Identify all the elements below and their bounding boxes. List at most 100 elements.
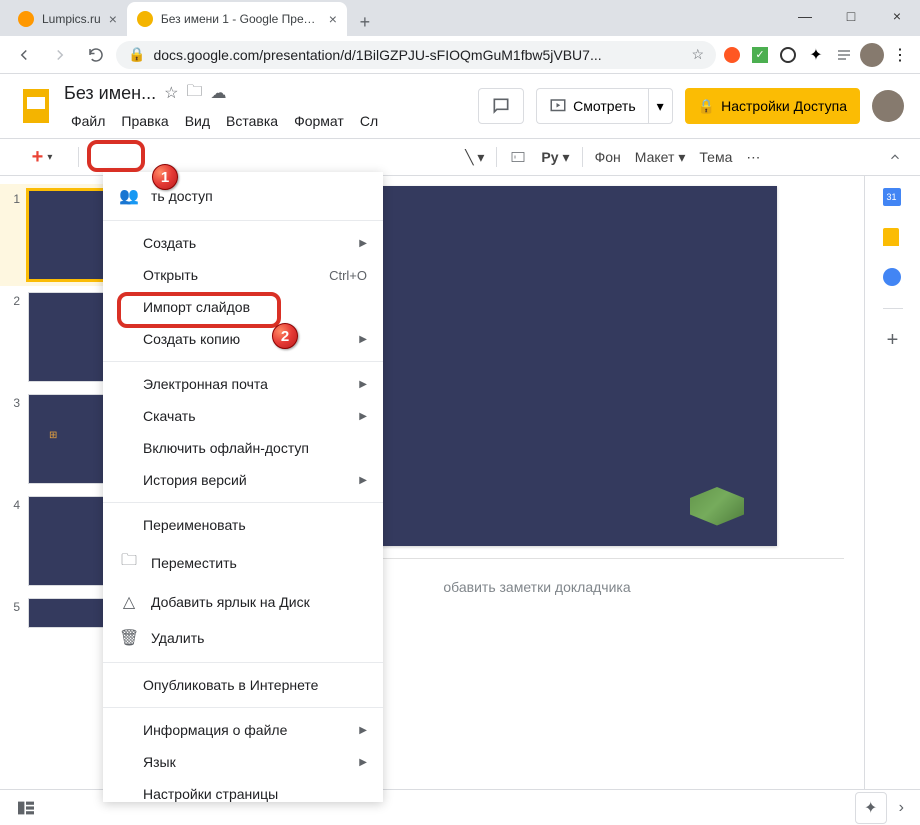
extensions-button[interactable]: ✦: [804, 43, 828, 67]
tab-strip: Lumpics.ru × Без имени 1 - Google Презен…: [8, 2, 379, 36]
new-slide-button[interactable]: +▾: [12, 142, 72, 172]
present-button[interactable]: Смотреть: [536, 88, 647, 124]
new-tab-button[interactable]: +: [351, 8, 379, 36]
share-label: Настройки Доступа: [721, 98, 847, 114]
extension-icon[interactable]: [720, 43, 744, 67]
tab-title: Lumpics.ru: [42, 12, 101, 26]
menu-separator: [103, 220, 383, 221]
tasks-icon[interactable]: [883, 268, 903, 288]
reading-list-icon[interactable]: [832, 43, 856, 67]
filmstrip-toggle[interactable]: [16, 800, 36, 816]
menu-email[interactable]: Электронная почта ▶: [103, 368, 383, 400]
keep-icon[interactable]: [883, 228, 903, 248]
menu-file-info[interactable]: Информация о файле ▶: [103, 714, 383, 746]
cloud-icon[interactable]: ☁: [210, 83, 226, 103]
drive-icon: △: [119, 592, 139, 612]
menu-separator: [103, 662, 383, 663]
doc-title[interactable]: Без имен...: [64, 83, 156, 104]
menu-import-slides[interactable]: Импорт слайдов: [103, 291, 383, 323]
present-dropdown[interactable]: ▾: [648, 88, 673, 124]
close-icon[interactable]: ×: [329, 11, 337, 27]
menu-open[interactable]: Открыть Ctrl+O: [103, 259, 383, 291]
chevron-right-icon[interactable]: ›: [899, 799, 904, 817]
slide-number: 3: [8, 394, 20, 484]
app-header: Без имен... ☆ 🗀 ☁ Файл Правка Вид Вставк…: [0, 74, 920, 138]
extension-icon[interactable]: [776, 43, 800, 67]
forward-button[interactable]: [44, 39, 76, 71]
slide-number: 4: [8, 496, 20, 586]
maximize-button[interactable]: □: [828, 0, 874, 32]
line-tool[interactable]: ╲ ▾: [459, 145, 490, 170]
menu-move[interactable]: 🗀 Переместить: [103, 541, 383, 584]
menu-rename[interactable]: Переименовать: [103, 509, 383, 541]
menu-edit[interactable]: Правка: [114, 109, 175, 133]
browser-tab[interactable]: Lumpics.ru ×: [8, 2, 127, 36]
chevron-right-icon: ▶: [359, 475, 367, 486]
lock-icon: 🔒: [698, 98, 715, 115]
back-button[interactable]: [8, 39, 40, 71]
favicon-icon: [137, 11, 153, 27]
menu-file[interactable]: Файл: [64, 109, 112, 133]
star-icon[interactable]: ☆: [164, 83, 178, 103]
menu-more[interactable]: Сл: [353, 109, 385, 133]
calendar-icon[interactable]: 31: [883, 188, 903, 208]
close-button[interactable]: ×: [874, 0, 920, 32]
menu-make-copy[interactable]: Создать копию ▶: [103, 323, 383, 355]
menu-add-shortcut[interactable]: △ Добавить ярлык на Диск: [103, 584, 383, 620]
menu-format[interactable]: Формат: [287, 109, 351, 133]
account-avatar[interactable]: [872, 90, 904, 122]
reload-button[interactable]: [80, 39, 112, 71]
explore-button[interactable]: ✦: [855, 792, 887, 824]
slides-logo-icon[interactable]: [16, 86, 56, 126]
chevron-right-icon: ▶: [359, 238, 367, 249]
add-addon-icon[interactable]: +: [883, 329, 903, 349]
star-icon[interactable]: ☆: [691, 46, 704, 63]
transition-button[interactable]: Py ▾: [535, 145, 575, 170]
layout-button[interactable]: Макет ▾: [629, 145, 692, 170]
browser-titlebar: Lumpics.ru × Без имени 1 - Google Презен…: [0, 0, 920, 36]
extension-icon[interactable]: ✓: [748, 43, 772, 67]
menu-offline[interactable]: Включить офлайн-доступ: [103, 432, 383, 464]
background-button[interactable]: Фон: [589, 145, 627, 169]
close-icon[interactable]: ×: [109, 11, 117, 27]
chevron-right-icon: ▶: [359, 411, 367, 422]
menu-view[interactable]: Вид: [178, 109, 217, 133]
menu-separator: [103, 707, 383, 708]
window-controls: — □ ×: [782, 0, 920, 32]
doc-info: Без имен... ☆ 🗀 ☁ Файл Правка Вид Вставк…: [64, 80, 470, 133]
url-input[interactable]: 🔒 docs.google.com/presentation/d/1BilGZP…: [116, 41, 716, 69]
browser-tab-active[interactable]: Без имени 1 - Google Презента ×: [127, 2, 347, 36]
tab-title: Без имени 1 - Google Презента: [161, 12, 321, 26]
profile-avatar[interactable]: [860, 43, 884, 67]
move-icon[interactable]: 🗀: [186, 80, 202, 107]
menu-version-history[interactable]: История версий ▶: [103, 464, 383, 496]
share-button[interactable]: 🔒 Настройки Доступа: [685, 88, 860, 124]
collapse-toolbar[interactable]: [882, 146, 908, 168]
menu-new[interactable]: Создать ▶: [103, 227, 383, 259]
favicon-icon: [18, 11, 34, 27]
menu-share[interactable]: 👥 ть доступ: [103, 178, 383, 214]
comments-button[interactable]: [478, 88, 524, 124]
menu-button[interactable]: ⋮: [888, 43, 912, 67]
menu-delete[interactable]: 🗑 Удалить: [103, 620, 383, 656]
minimize-button[interactable]: —: [782, 0, 828, 32]
menu-download[interactable]: Скачать ▶: [103, 400, 383, 432]
menu-language[interactable]: Язык ▶: [103, 746, 383, 778]
slide-number: 5: [8, 598, 20, 628]
present-label: Смотреть: [573, 98, 635, 114]
play-icon: [549, 97, 567, 115]
more-tools[interactable]: ⋯: [740, 145, 766, 170]
menu-separator: [103, 361, 383, 362]
chevron-right-icon: ▶: [359, 725, 367, 736]
chevron-right-icon: ▶: [359, 334, 367, 345]
chevron-right-icon: ▶: [359, 757, 367, 768]
textbox-tool[interactable]: [503, 144, 533, 170]
url-text: docs.google.com/presentation/d/1BilGZPJU…: [153, 47, 683, 63]
menu-publish[interactable]: Опубликовать в Интернете: [103, 669, 383, 701]
slide-image[interactable]: [672, 476, 762, 531]
theme-button[interactable]: Тема: [693, 145, 738, 169]
menu-insert[interactable]: Вставка: [219, 109, 285, 133]
header-actions: Смотреть ▾ 🔒 Настройки Доступа: [478, 88, 904, 124]
slide-number: 2: [8, 292, 20, 382]
menu-page-setup[interactable]: Настройки страницы: [103, 778, 383, 802]
